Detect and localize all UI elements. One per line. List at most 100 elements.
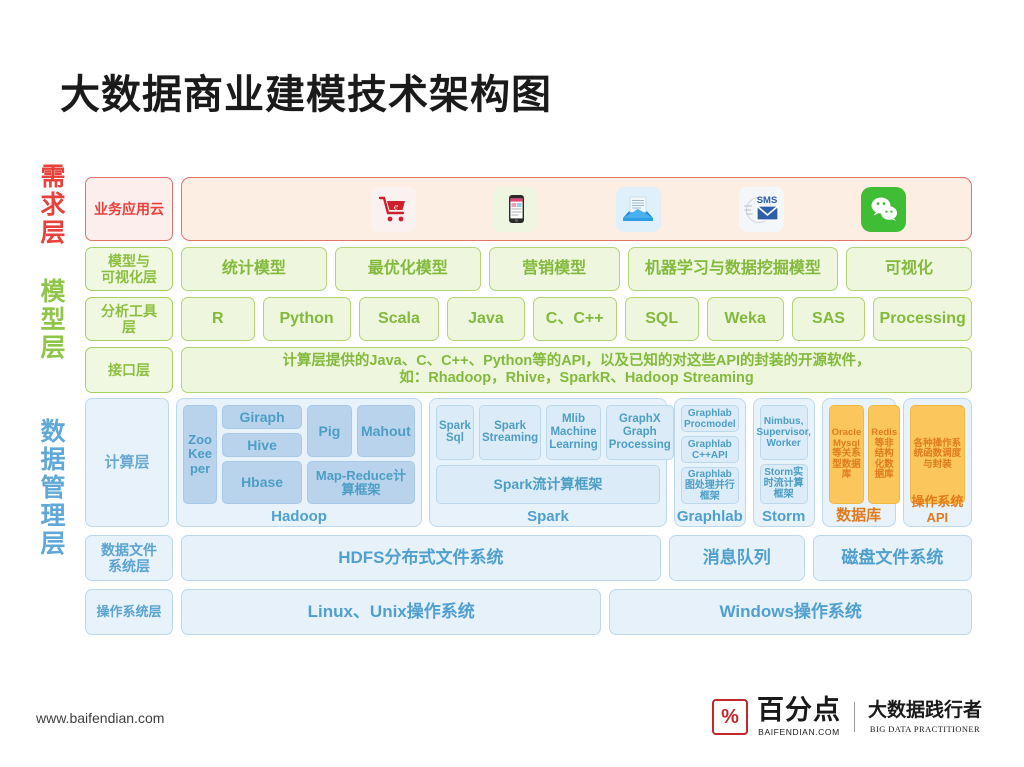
api-layer-row: 接口层 计算层提供的Java、C、C++、Python等的API，以及已知的对这…	[85, 347, 972, 393]
spark-graphx[interactable]: GraphX Graph Processing	[605, 405, 674, 460]
zookeeper-l2: Kee	[188, 446, 212, 462]
api-layer-line2: 如：Rhadoop，Rhive，SparkR、Hadoop Streaming	[399, 370, 754, 386]
side-label-data-c1: 数	[40, 418, 66, 446]
hadoop-hbase[interactable]: Hbase	[222, 461, 303, 504]
model-item-optimization[interactable]: 最优化模型	[334, 247, 481, 291]
business-app-icons: e SMS	[181, 177, 972, 241]
model-item-statistical[interactable]: 统计模型	[181, 247, 327, 291]
group-os-api: 各种操作系统函数调度与封装 操作系统API	[902, 398, 972, 527]
group-graphlab: Graphlab Procmodel Graphlab C++API Graph…	[673, 398, 746, 527]
side-label-model: 模 型 层	[36, 278, 70, 362]
mobile-phone-icon[interactable]	[493, 186, 539, 232]
file-item-hdfs[interactable]: HDFS分布式文件系统	[181, 535, 661, 581]
side-label-demand-c1: 需	[40, 163, 66, 191]
tool-item-sql[interactable]: SQL	[624, 297, 699, 341]
tool-item-processing[interactable]: Processing	[873, 297, 972, 341]
model-item-visualization[interactable]: 可视化	[845, 247, 972, 291]
file-item-message-queue[interactable]: 消息队列	[668, 535, 805, 581]
side-label-data-c5: 层	[40, 530, 66, 558]
tool-item-sas[interactable]: SAS	[791, 297, 866, 341]
hadoop-pig[interactable]: Pig	[307, 405, 352, 458]
storm-realtime-framework[interactable]: Storm实时流计算框架	[759, 463, 808, 504]
model-item-marketing[interactable]: 营销模型	[488, 247, 620, 291]
compute-layer-row: 计算层 Zoo Kee per Giraph Hive Pig Mahout H…	[85, 398, 972, 527]
group-storm: Nimbus, Supervisor, Worker Storm实时流计算框架 …	[752, 398, 815, 527]
hadoop-mahout[interactable]: Mahout	[356, 405, 415, 458]
db-oracle-mysql[interactable]: Oracle Mysql等关系型数据库	[828, 405, 865, 504]
logo-company-cn: 百分点	[756, 695, 841, 725]
svg-text:e: e	[394, 202, 398, 212]
spark-stream-framework[interactable]: Spark流计算框架	[435, 464, 660, 504]
file-layer-row: 数据文件 系统层 HDFS分布式文件系统 消息队列 磁盘文件系统	[85, 535, 973, 581]
api-layer-description: 计算层提供的Java、C、C++、Python等的API，以及已知的对这些API…	[181, 347, 972, 393]
footer-url[interactable]: www.baifendian.com	[36, 710, 164, 726]
sms-icon[interactable]: SMS	[738, 186, 784, 232]
db-redis-nosql[interactable]: Redis等非结构化数据库	[868, 405, 901, 504]
model-item-ml-mining[interactable]: 机器学习与数据挖掘模型	[627, 247, 838, 291]
file-layer-label: 数据文件 系统层	[85, 535, 173, 581]
file-item-disk-fs[interactable]: 磁盘文件系统	[812, 535, 973, 581]
os-item-linux-unix[interactable]: Linux、Unix操作系统	[181, 589, 602, 635]
email-icon[interactable]	[615, 186, 661, 232]
model-layer-label: 模型与 可视化层	[85, 247, 173, 291]
group-database-name: 数据库	[836, 507, 882, 524]
tool-item-r[interactable]: R	[181, 297, 255, 341]
group-database: Oracle Mysql等关系型数据库 Redis等非结构化数据库 数据库	[821, 398, 901, 527]
group-hadoop: Zoo Kee per Giraph Hive Pig Mahout Hbase…	[176, 398, 422, 527]
compute-layer-label: 计算层	[85, 398, 170, 527]
tool-layer-label-l1: 分析工具	[101, 302, 157, 319]
side-label-data-c2: 据	[40, 446, 66, 474]
spark-mlib[interactable]: Mlib Machine Learning	[546, 405, 601, 460]
logo-divider	[853, 702, 855, 732]
business-app-label: 业务应用云	[85, 177, 173, 241]
group-storm-name: Storm	[761, 508, 806, 525]
hadoop-hive[interactable]: Hive	[222, 433, 303, 458]
tool-item-scala[interactable]: Scala	[358, 297, 440, 341]
group-hadoop-name: Hadoop	[271, 508, 327, 525]
logo-slogan-en: BIG DATA PRACTITIONER	[869, 723, 981, 734]
shopping-cart-icon[interactable]: e	[370, 186, 416, 232]
tool-layer-label-l2: 层	[122, 319, 136, 335]
company-logo: % 百分点 BAIFENDIAN.COM 大数据践行者 BIG DATA PRA…	[711, 695, 982, 737]
slide-canvas: 大数据商业建模技术架构图 需 求 层 模 型 层 数 据 管 理 层 业务应用云…	[0, 0, 1024, 767]
svg-text:SMS: SMS	[757, 195, 778, 206]
file-layer-label-l2: 系统层	[108, 558, 150, 574]
storm-nimbus-supervisor-worker[interactable]: Nimbus, Supervisor, Worker	[756, 405, 811, 460]
side-label-demand: 需 求 层	[36, 163, 70, 247]
tool-item-java[interactable]: Java	[447, 297, 525, 341]
tool-layer-label: 分析工具 层	[85, 297, 173, 341]
percent-logo-icon: %	[711, 699, 748, 735]
side-label-data: 数 据 管 理 层	[36, 418, 70, 558]
zookeeper-l3: per	[189, 460, 211, 476]
side-label-model-c3: 层	[40, 334, 66, 362]
os-api-functions[interactable]: 各种操作系统函数调度与封装	[909, 405, 965, 504]
tool-item-weka[interactable]: Weka	[706, 297, 784, 341]
os-layer-row: 操作系统层 Linux、Unix操作系统 Windows操作系统	[85, 589, 972, 635]
graphlab-procmodel[interactable]: Graphlab Procmodel	[680, 405, 739, 432]
hadoop-giraph[interactable]: Giraph	[222, 405, 303, 430]
wechat-icon[interactable]	[861, 186, 907, 232]
group-graphlab-name: Graphlab	[676, 508, 743, 525]
os-item-windows[interactable]: Windows操作系统	[609, 589, 972, 635]
spark-sql[interactable]: Spark Sql	[435, 405, 474, 460]
side-label-data-c4: 理	[40, 502, 66, 530]
model-layer-label-l2: 可视化层	[101, 269, 157, 285]
model-layer-row: 模型与 可视化层 统计模型 最优化模型 营销模型 机器学习与数据挖掘模型 可视化	[85, 247, 972, 291]
side-label-demand-c3: 层	[40, 219, 66, 247]
logo-company-en: BAIFENDIAN.COM	[758, 727, 840, 737]
hadoop-zookeeper[interactable]: Zoo Kee per	[183, 405, 218, 504]
spark-streaming[interactable]: Spark Streaming	[478, 405, 542, 460]
tool-item-python[interactable]: Python	[262, 297, 351, 341]
side-label-model-c2: 型	[40, 306, 66, 334]
business-app-row: 业务应用云 e SMS	[85, 177, 972, 241]
graphlab-cpp-api[interactable]: Graphlab C++API	[680, 436, 739, 463]
tool-item-c-cpp[interactable]: C、C++	[532, 297, 617, 341]
graphlab-parallel-framework[interactable]: Graphlab图处理并行框架	[680, 467, 739, 504]
file-layer-label-l1: 数据文件	[101, 541, 157, 558]
zookeeper-l1: Zoo	[188, 432, 212, 448]
api-layer-label: 接口层	[85, 347, 173, 393]
group-spark: Spark Sql Spark Streaming Mlib Machine L…	[428, 398, 674, 527]
logo-slogan-cn: 大数据践行者	[867, 699, 982, 721]
hadoop-mapreduce[interactable]: Map-Reduce计算框架	[307, 461, 415, 504]
os-layer-label: 操作系统层	[85, 589, 173, 635]
